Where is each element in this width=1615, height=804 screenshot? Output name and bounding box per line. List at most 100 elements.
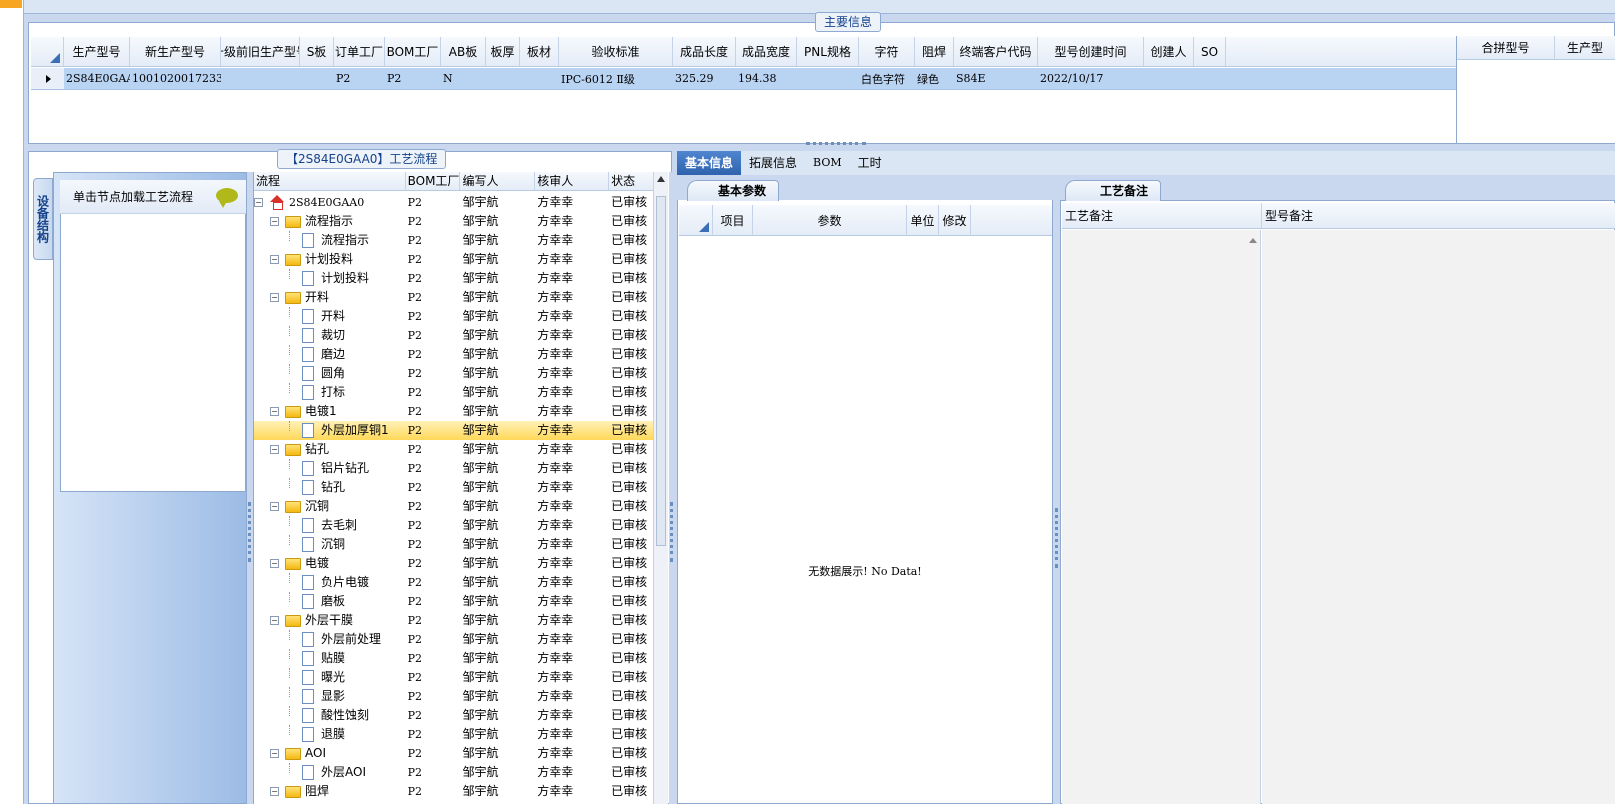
chevron-up-icon[interactable]	[1249, 238, 1257, 243]
tree-row[interactable]: 外层前处理 P2 邹宇航 方幸幸 已审核	[254, 630, 654, 649]
tree-node[interactable]: 负片电镀	[254, 573, 406, 592]
main-col-13[interactable]: 字符	[859, 37, 915, 66]
tree-node[interactable]: − 外层干膜	[254, 611, 406, 630]
tree-node[interactable]: − 钻孔	[254, 440, 406, 459]
main-cell-1[interactable]: 10010200172333	[130, 68, 221, 89]
tab-2[interactable]: BOM	[805, 151, 850, 175]
main-col-14[interactable]: 阻焊	[915, 37, 954, 66]
main-cell-11[interactable]: 194.38	[736, 68, 797, 89]
main-col-2[interactable]: 升级前旧生产型号	[221, 37, 300, 66]
merge-col-1[interactable]: 生产型	[1555, 36, 1615, 59]
tree-row[interactable]: − 电镀 P2 邹宇航 方幸幸 已审核	[254, 554, 654, 573]
tree-col-0[interactable]: 流程	[254, 172, 406, 190]
collapse-toggle-icon[interactable]: −	[270, 787, 279, 796]
process-remark-area[interactable]	[1062, 230, 1261, 804]
tree-row[interactable]: 沉铜 P2 邹宇航 方幸幸 已审核	[254, 535, 654, 554]
tree-col-2[interactable]: 编写人	[460, 172, 536, 190]
tree-row[interactable]: 负片电镀 P2 邹宇航 方幸幸 已审核	[254, 573, 654, 592]
tree-row[interactable]: 打标 P2 邹宇航 方幸幸 已审核	[254, 383, 654, 402]
collapse-toggle-icon[interactable]: −	[270, 407, 279, 416]
tree-node[interactable]: − AOI	[254, 744, 406, 763]
tree-node[interactable]: 计划投料	[254, 269, 406, 288]
tree-row[interactable]: 计划投料 P2 邹宇航 方幸幸 已审核	[254, 269, 654, 288]
tree-node[interactable]: 显影	[254, 687, 406, 706]
main-col-18[interactable]: SO	[1194, 37, 1226, 66]
collapse-toggle-icon[interactable]: −	[270, 502, 279, 511]
tree-node[interactable]: − 开料	[254, 288, 406, 307]
main-col-1[interactable]: 新生产型号	[130, 37, 221, 66]
scroll-thumb[interactable]	[656, 196, 666, 546]
main-cell-0[interactable]: 2S84E0GAA0	[64, 68, 130, 89]
scroll-up-icon[interactable]	[657, 176, 665, 182]
tree-row[interactable]: − 流程指示 P2 邹宇航 方幸幸 已审核	[254, 212, 654, 231]
tree-node[interactable]: 流程指示	[254, 231, 406, 250]
tree-col-3[interactable]: 核审人	[535, 172, 610, 190]
tree-row[interactable]: − AOI P2 邹宇航 方幸幸 已审核	[254, 744, 654, 763]
tree-node[interactable]: 曝光	[254, 668, 406, 687]
tab-basic-params[interactable]: 基本参数	[687, 180, 780, 201]
tree-row[interactable]: 外层AOI P2 邹宇航 方幸幸 已审核	[254, 763, 654, 782]
tree-node[interactable]: 外层AOI	[254, 763, 406, 782]
tree-row[interactable]: − 外层干膜 P2 邹宇航 方幸幸 已审核	[254, 611, 654, 630]
tree-node[interactable]: 开料	[254, 307, 406, 326]
main-cell-14[interactable]: 绿色	[915, 68, 954, 89]
tree-node[interactable]: − 阻焊	[254, 782, 406, 801]
tree-row[interactable]: 钻孔 P2 邹宇航 方幸幸 已审核	[254, 478, 654, 497]
tab-3[interactable]: 工时	[850, 151, 890, 175]
tree-node[interactable]: − 计划投料	[254, 250, 406, 269]
model-remark-area[interactable]	[1262, 230, 1615, 804]
basic-col-edit[interactable]: 修改	[939, 205, 971, 235]
main-cell-8[interactable]	[520, 68, 559, 89]
main-cell-10[interactable]: 325.29	[673, 68, 736, 89]
tree-row[interactable]: − 钻孔 P2 邹宇航 方幸幸 已审核	[254, 440, 654, 459]
collapse-toggle-icon[interactable]: −	[270, 217, 279, 226]
tree-row[interactable]: 开料 P2 邹宇航 方幸幸 已审核	[254, 307, 654, 326]
main-col-5[interactable]: BOM工厂	[385, 37, 441, 66]
main-col-11[interactable]: 成品宽度	[736, 37, 797, 66]
tree-node[interactable]: 磨边	[254, 345, 406, 364]
main-col-3[interactable]: S板	[300, 37, 334, 66]
main-col-4[interactable]: 订单工厂	[334, 37, 385, 66]
tree-node[interactable]: − 电镀1	[254, 402, 406, 421]
basic-col-unit[interactable]: 单位	[907, 205, 939, 235]
tree-row[interactable]: 裁切 P2 邹宇航 方幸幸 已审核	[254, 326, 654, 345]
main-grid-corner[interactable]	[31, 37, 64, 66]
tree-row[interactable]: 流程指示 P2 邹宇航 方幸幸 已审核	[254, 231, 654, 250]
tree-row[interactable]: 铝片钻孔 P2 邹宇航 方幸幸 已审核	[254, 459, 654, 478]
main-col-7[interactable]: 板厚	[486, 37, 520, 66]
collapse-toggle-icon[interactable]: −	[254, 198, 263, 207]
tree-col-4[interactable]: 状态	[609, 172, 654, 190]
collapse-toggle-icon[interactable]: −	[270, 559, 279, 568]
main-col-6[interactable]: AB板	[441, 37, 486, 66]
collapse-toggle-icon[interactable]: −	[270, 749, 279, 758]
basic-corner[interactable]	[679, 205, 713, 235]
collapse-toggle-icon[interactable]: −	[270, 616, 279, 625]
merge-col-0[interactable]: 合拼型号	[1457, 36, 1555, 59]
tree-node[interactable]: − 流程指示	[254, 212, 406, 231]
tree-row[interactable]: 曝光 P2 邹宇航 方幸幸 已审核	[254, 668, 654, 687]
main-cell-16[interactable]: 2022/10/17	[1038, 68, 1144, 89]
row-indicator[interactable]	[31, 68, 64, 89]
main-col-17[interactable]: 创建人	[1144, 37, 1194, 66]
collapse-toggle-icon[interactable]: −	[270, 445, 279, 454]
basic-col-item[interactable]: 项目	[713, 205, 753, 235]
tree-node[interactable]: 沉铜	[254, 535, 406, 554]
tree-row[interactable]: 磨板 P2 邹宇航 方幸幸 已审核	[254, 592, 654, 611]
tree-row[interactable]: 退膜 P2 邹宇航 方幸幸 已审核	[254, 725, 654, 744]
tab-process-remark[interactable]: 工艺备注	[1065, 180, 1162, 201]
tree-node[interactable]: 打标	[254, 383, 406, 402]
tree-node[interactable]: 裁切	[254, 326, 406, 345]
main-cell-17[interactable]	[1144, 68, 1194, 89]
main-col-12[interactable]: PNL规格	[797, 37, 859, 66]
tree-node[interactable]: 酸性蚀刻	[254, 706, 406, 725]
collapse-toggle-icon[interactable]: −	[270, 255, 279, 264]
tree-node[interactable]: 去毛刺	[254, 516, 406, 535]
tree-row[interactable]: − 开料 P2 邹宇航 方幸幸 已审核	[254, 288, 654, 307]
main-cell-13[interactable]: 白色字符	[859, 68, 915, 89]
main-cell-2[interactable]	[221, 68, 300, 89]
main-col-16[interactable]: 型号创建时间	[1038, 37, 1144, 66]
main-col-0[interactable]: 生产型号	[64, 37, 130, 66]
tree-row[interactable]: 酸性蚀刻 P2 邹宇航 方幸幸 已审核	[254, 706, 654, 725]
horizontal-splitter[interactable]	[806, 142, 866, 148]
tree-row[interactable]: − 沉铜 P2 邹宇航 方幸幸 已审核	[254, 497, 654, 516]
